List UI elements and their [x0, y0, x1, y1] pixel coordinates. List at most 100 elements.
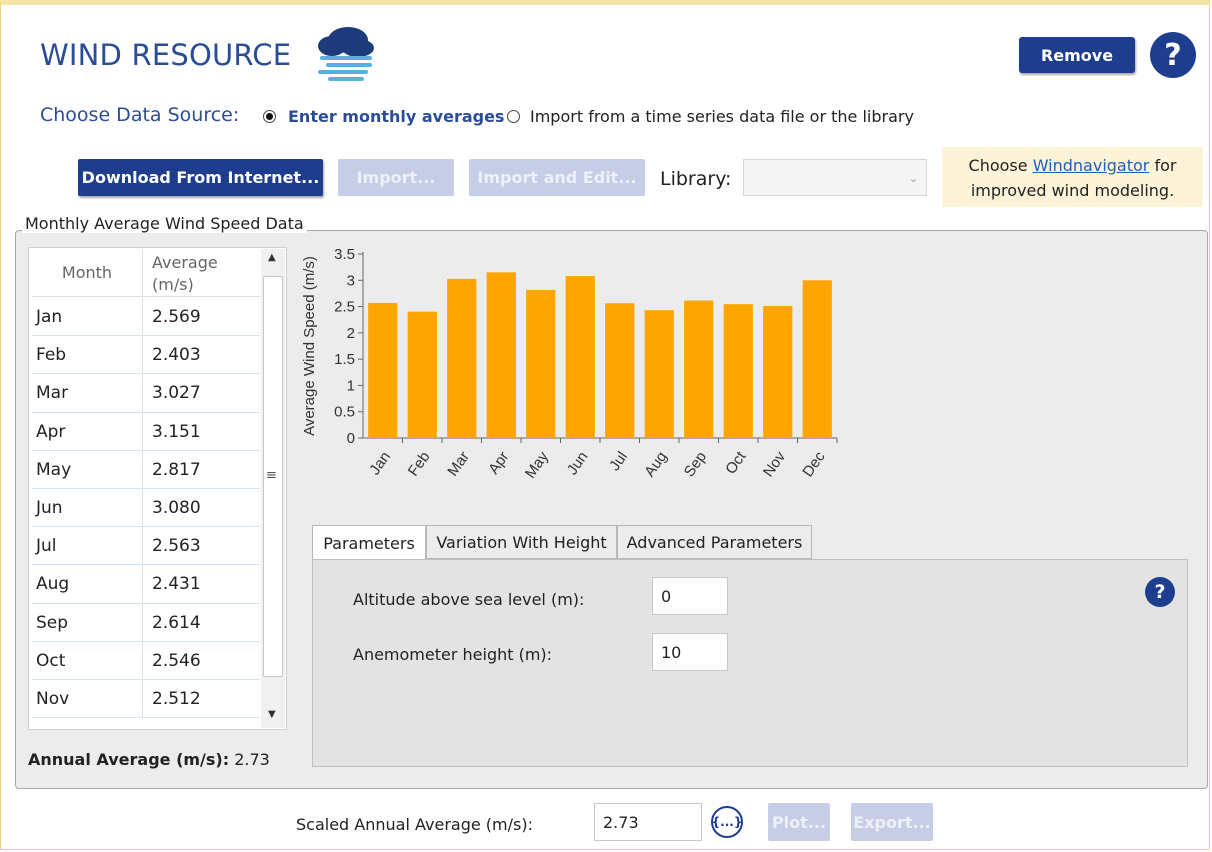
radio-import-time-series-label[interactable]: Import from a time series data file or t… [530, 107, 914, 126]
x-tick-label: Mar [444, 449, 473, 480]
parameters-help-icon[interactable]: ? [1145, 577, 1175, 607]
scaled-values-button[interactable]: {...} [711, 806, 743, 838]
month-cell[interactable]: Oct [32, 641, 143, 679]
table-row[interactable]: Jun 3.080 [32, 488, 260, 528]
bar-dec [802, 280, 832, 438]
month-cell[interactable]: Mar [32, 374, 143, 412]
wind-cloud-icon [318, 27, 374, 81]
tab-parameters[interactable]: Parameters [312, 525, 426, 561]
y-tick-label: 3 [347, 272, 355, 289]
month-cell[interactable]: Jun [32, 488, 143, 527]
average-cell[interactable]: 2.546 [143, 642, 260, 679]
tab-advanced-parameters[interactable]: Advanced Parameters [617, 525, 812, 559]
x-tick-label: Sep [681, 449, 710, 481]
download-from-internet-button[interactable]: Download From Internet... [78, 159, 323, 196]
annual-average: Annual Average (m/s): 2.73 [28, 750, 270, 769]
column-header-average[interactable]: Average (m/s) [143, 249, 260, 297]
bar-aug [644, 310, 674, 438]
y-tick-label: 0 [347, 430, 355, 447]
average-cell[interactable]: 3.080 [143, 489, 260, 526]
month-cell[interactable]: Apr [32, 412, 143, 450]
average-cell[interactable]: 2.817 [143, 451, 260, 488]
monthly-data-group-title: Monthly Average Wind Speed Data [22, 214, 307, 233]
bar-mar [447, 278, 477, 438]
help-icon[interactable]: ? [1150, 32, 1196, 78]
radio-monthly-averages[interactable] [263, 110, 276, 123]
library-label: Library: [660, 168, 732, 190]
x-tick-label: Dec [799, 448, 829, 480]
month-cell[interactable]: Nov [32, 679, 143, 718]
windnavigator-link[interactable]: Windnavigator [1033, 156, 1150, 175]
tab-variation-with-height[interactable]: Variation With Height [426, 525, 617, 559]
bar-oct [723, 304, 753, 438]
scroll-up-icon[interactable]: ▲ [268, 252, 276, 263]
bar-sep [684, 300, 714, 438]
average-cell[interactable]: 2.614 [143, 604, 260, 641]
x-tick-label: Oct [722, 448, 750, 478]
table-row[interactable]: Feb 2.403 [32, 336, 260, 375]
scaled-annual-average-input[interactable]: 2.73 [594, 803, 702, 841]
x-tick-label: May [522, 448, 552, 481]
bar-nov [763, 305, 793, 438]
column-header-month[interactable]: Month [32, 249, 143, 297]
altitude-input[interactable]: 0 [652, 577, 728, 615]
scaled-annual-average-label: Scaled Annual Average (m/s): [296, 815, 533, 834]
x-tick-label: Feb [405, 449, 434, 480]
annual-average-label: Annual Average (m/s): [28, 750, 230, 769]
average-cell[interactable]: 2.403 [143, 336, 260, 373]
library-select[interactable]: ⌄ [743, 159, 927, 196]
table-row[interactable]: Aug 2.431 [32, 565, 260, 604]
plot-button[interactable]: Plot... [768, 803, 830, 841]
import-and-edit-button[interactable]: Import and Edit... [469, 159, 645, 196]
y-tick-label: 3.5 [334, 246, 355, 263]
data-source-label: Choose Data Source: [40, 104, 240, 126]
month-cell[interactable]: Jan [32, 298, 143, 336]
table-row[interactable]: Sep 2.614 [32, 603, 260, 642]
table-scrollbar[interactable]: ▲ ≡ ▼ [261, 249, 285, 728]
average-cell[interactable]: 2.431 [143, 565, 260, 602]
x-tick-label: Jul [606, 449, 631, 474]
average-cell[interactable]: 2.569 [143, 298, 260, 335]
month-cell[interactable]: Sep [32, 603, 143, 641]
anemometer-height-input[interactable]: 10 [652, 633, 728, 671]
table-row[interactable]: Apr 3.151 [32, 412, 260, 451]
y-tick-label: 1 [347, 377, 355, 394]
scroll-down-icon[interactable]: ▼ [268, 709, 276, 720]
x-tick-label: Apr [485, 449, 512, 478]
radio-import-time-series[interactable] [507, 110, 520, 123]
x-tick-label: Jan [366, 449, 394, 479]
average-cell[interactable]: 3.151 [143, 413, 260, 450]
scrollbar-grip-icon: ≡ [266, 468, 277, 483]
export-button[interactable]: Export... [851, 803, 933, 841]
bar-jan [368, 302, 398, 438]
table-row[interactable]: Nov 2.512 [32, 679, 260, 719]
month-cell[interactable]: May [32, 450, 143, 488]
table-row[interactable]: Jul 2.563 [32, 527, 260, 566]
table-row[interactable]: Mar 3.027 [32, 374, 260, 413]
average-cell[interactable]: 2.563 [143, 527, 260, 564]
remove-button[interactable]: Remove [1019, 37, 1135, 73]
average-cell[interactable]: 2.512 [143, 680, 260, 717]
y-tick-label: 0.5 [334, 404, 355, 421]
monthly-wind-chart: Average Wind Speed (m/s) 0 0.5 1 1.5 2 2.5 3 3.5… [301, 246, 838, 482]
table-row[interactable]: Oct 2.546 [32, 641, 260, 680]
windnavigator-note: Choose Windnavigator for improved wind m… [942, 147, 1203, 207]
annual-average-value: 2.73 [234, 750, 270, 769]
anemometer-height-label: Anemometer height (m): [353, 645, 553, 664]
month-cell[interactable]: Feb [32, 336, 143, 374]
table-row[interactable]: May 2.817 [32, 450, 260, 489]
altitude-label: Altitude above sea level (m): [353, 590, 585, 609]
y-tick-label: 2 [347, 325, 355, 342]
x-tick-label: Nov [760, 448, 790, 480]
average-cell[interactable]: 3.027 [143, 374, 260, 411]
import-button[interactable]: Import... [338, 159, 454, 196]
month-cell[interactable]: Aug [32, 565, 143, 603]
month-cell[interactable]: Jul [32, 527, 143, 565]
bar-jun [565, 276, 595, 438]
table-row[interactable]: Jan 2.569 [32, 298, 260, 337]
radio-monthly-averages-label[interactable]: Enter monthly averages [288, 107, 504, 126]
y-tick-label: 2.5 [334, 299, 355, 316]
note-suffix: for [1149, 156, 1177, 175]
y-axis-label: Average Wind Speed (m/s) [301, 256, 318, 436]
note-prefix: Choose [968, 156, 1033, 175]
